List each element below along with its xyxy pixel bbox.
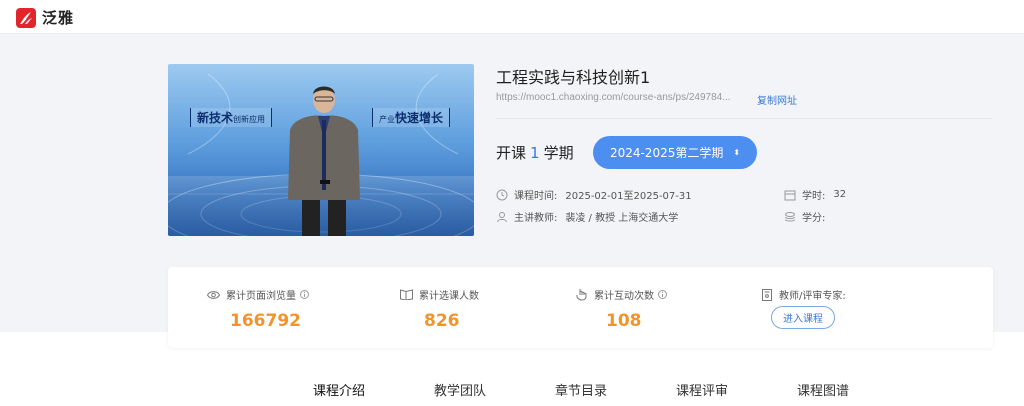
copy-url-link[interactable]: 复制网址 [757,92,797,107]
stat-experts-label: 教师/评审专家: [779,291,846,302]
presenter-figure-icon [288,86,360,236]
course-hours-value: 32 [833,189,847,200]
hand-pointer-icon [576,289,587,301]
chevron-updown-icon: ⬍ [733,148,741,157]
tab-teaching-team[interactable]: 教学团队 [434,380,486,399]
stat-interactions-label: 累计互动次数 [594,291,654,302]
person-icon [497,211,507,222]
course-teacher-value: 裴凌 / 教授 上海交通大学 [565,213,679,224]
calendar-icon [784,190,796,200]
term-select[interactable]: 2024-2025第二学期 ⬍ [593,136,757,169]
info-icon[interactable] [658,290,667,299]
course-teacher: 主讲教师: 裴凌 / 教授 上海交通大学 [496,209,678,224]
tab-course-review[interactable]: 课程评审 [676,380,728,399]
top-bar: 泛雅 [0,0,1024,34]
term-select-value: 2024-2025第二学期 [609,146,724,160]
semester-prefix: 开课 [496,144,527,162]
enter-course-button[interactable]: 进入课程 [771,306,835,329]
tab-course-map[interactable]: 课程图谱 [797,380,849,399]
semester-suffix: 学期 [543,144,574,162]
cover-tag-left: 新技术创新应用 [190,108,273,127]
eye-icon [207,290,220,299]
tab-chapter-catalog[interactable]: 章节目录 [555,380,607,399]
course-title: 工程实践与科技创新1 [496,68,651,87]
cover-tag-right: 产业快速增长 [372,108,451,127]
cover-tag-left-main: 新技术 [197,111,234,125]
course-hours: 学时: 32 [784,187,846,202]
info-icon[interactable] [300,290,309,299]
tab-course-intro[interactable]: 课程介绍 [313,380,365,399]
stat-enrolled-value: 826 [424,311,460,331]
course-time-value: 2025-02-01至2025-07-31 [565,191,692,202]
course-time-label: 课程时间: [514,191,558,202]
course-time: 课程时间: 2025-02-01至2025-07-31 [496,187,692,202]
cover-tag-right-main: 快速增长 [395,111,444,125]
cover-tag-left-small: 创新应用 [233,115,266,124]
brand-logo[interactable]: 泛雅 [16,7,74,28]
stat-experts: 教师/评审专家: [762,287,846,302]
brand-name: 泛雅 [42,9,75,27]
stat-views-value: 166792 [230,311,301,331]
semester-count: 开课 1 学期 [496,142,574,163]
clock-icon [496,189,508,200]
course-credits-label: 学分: [802,213,826,224]
stat-interactions: 累计互动次数 [576,287,673,302]
course-cover-video[interactable]: 新技术创新应用 产业快速增长 [168,64,474,236]
stat-enrolled: 累计选课人数 [400,287,479,302]
info-divider [496,118,992,119]
book-icon [400,289,413,300]
stack-icon [785,211,795,221]
stat-views-label: 累计页面浏览量 [226,291,296,302]
document-user-icon [762,288,772,301]
stat-views: 累计页面浏览量 [207,287,315,302]
fanya-logo-icon [16,7,36,28]
course-url: https://mooc1.chaoxing.com/course-ans/ps… [496,92,731,103]
stat-interactions-value: 108 [606,311,642,331]
stat-enrolled-label: 累计选课人数 [419,291,479,302]
cover-tag-right-small: 产业 [379,115,395,124]
course-teacher-label: 主讲教师: [514,213,558,224]
course-hours-label: 学时: [802,191,826,202]
semester-number: 1 [530,144,540,162]
course-credits: 学分: [784,209,833,224]
stats-panel: 累计页面浏览量 166792 累计选课人数 826 累计互动次数 108 教师/… [168,267,993,348]
